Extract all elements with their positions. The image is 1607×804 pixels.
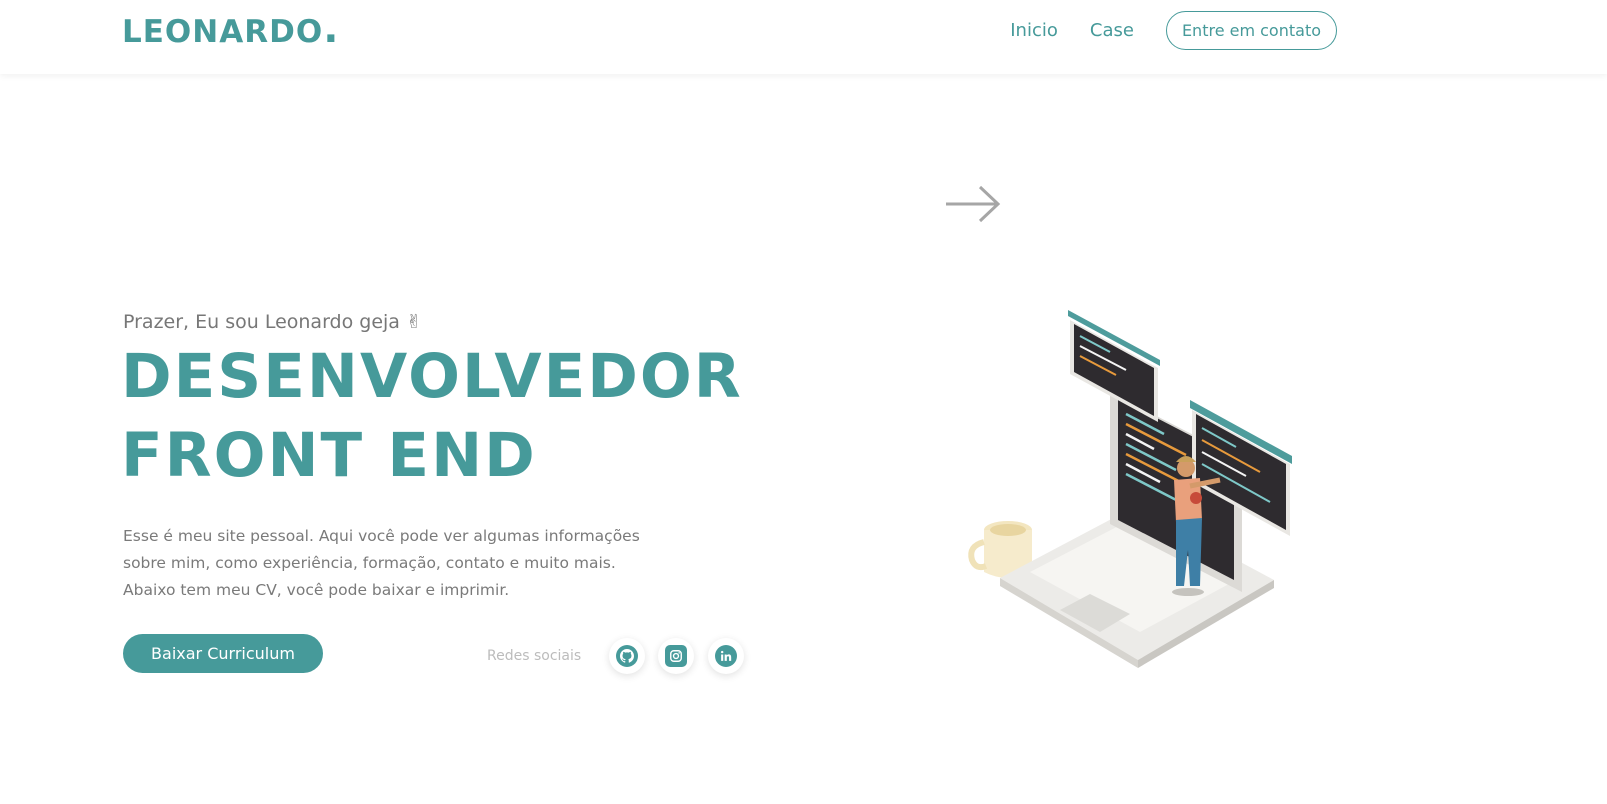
hero-description-line3: Abaixo tem meu CV, você pode baixar e im… bbox=[123, 581, 510, 599]
github-icon bbox=[616, 645, 638, 667]
main-nav: Inicio Case Entre em contato bbox=[1010, 11, 1337, 50]
logo-dot: . bbox=[323, 6, 340, 52]
hero-description-line2: sobre mim, como experiência, formação, c… bbox=[123, 554, 616, 572]
nav-link-case[interactable]: Case bbox=[1090, 12, 1134, 50]
developer-illustration bbox=[968, 310, 1292, 668]
hero-title: DESENVOLVEDOR FRONT END bbox=[121, 337, 743, 495]
linkedin-link[interactable] bbox=[708, 638, 744, 674]
social-label: Redes sociais bbox=[487, 648, 582, 664]
hero-description: Esse é meu site pessoal. Aqui você pode … bbox=[123, 523, 683, 604]
logo-text: LEONARDO bbox=[122, 14, 324, 50]
github-link[interactable] bbox=[609, 638, 645, 674]
instagram-icon bbox=[665, 645, 687, 667]
contact-button[interactable]: Entre em contato bbox=[1165, 11, 1337, 50]
instagram-link[interactable] bbox=[658, 638, 694, 674]
site-header: LEONARDO. Inicio Case Entre em contato bbox=[0, 0, 1607, 74]
download-cv-button[interactable]: Baixar Curriculum bbox=[123, 634, 323, 673]
arrow-right-icon[interactable] bbox=[944, 183, 1002, 225]
hero-title-line1: DESENVOLVEDOR bbox=[121, 341, 743, 412]
hero-title-line2: FRONT END bbox=[121, 420, 537, 491]
hero-description-line1: Esse é meu site pessoal. Aqui você pode … bbox=[123, 527, 640, 545]
hero-intro: Prazer, Eu sou Leonardo geja ✌ bbox=[123, 311, 422, 333]
logo[interactable]: LEONARDO. bbox=[122, 9, 339, 50]
linkedin-icon bbox=[715, 645, 737, 667]
nav-link-inicio[interactable]: Inicio bbox=[1010, 12, 1058, 50]
